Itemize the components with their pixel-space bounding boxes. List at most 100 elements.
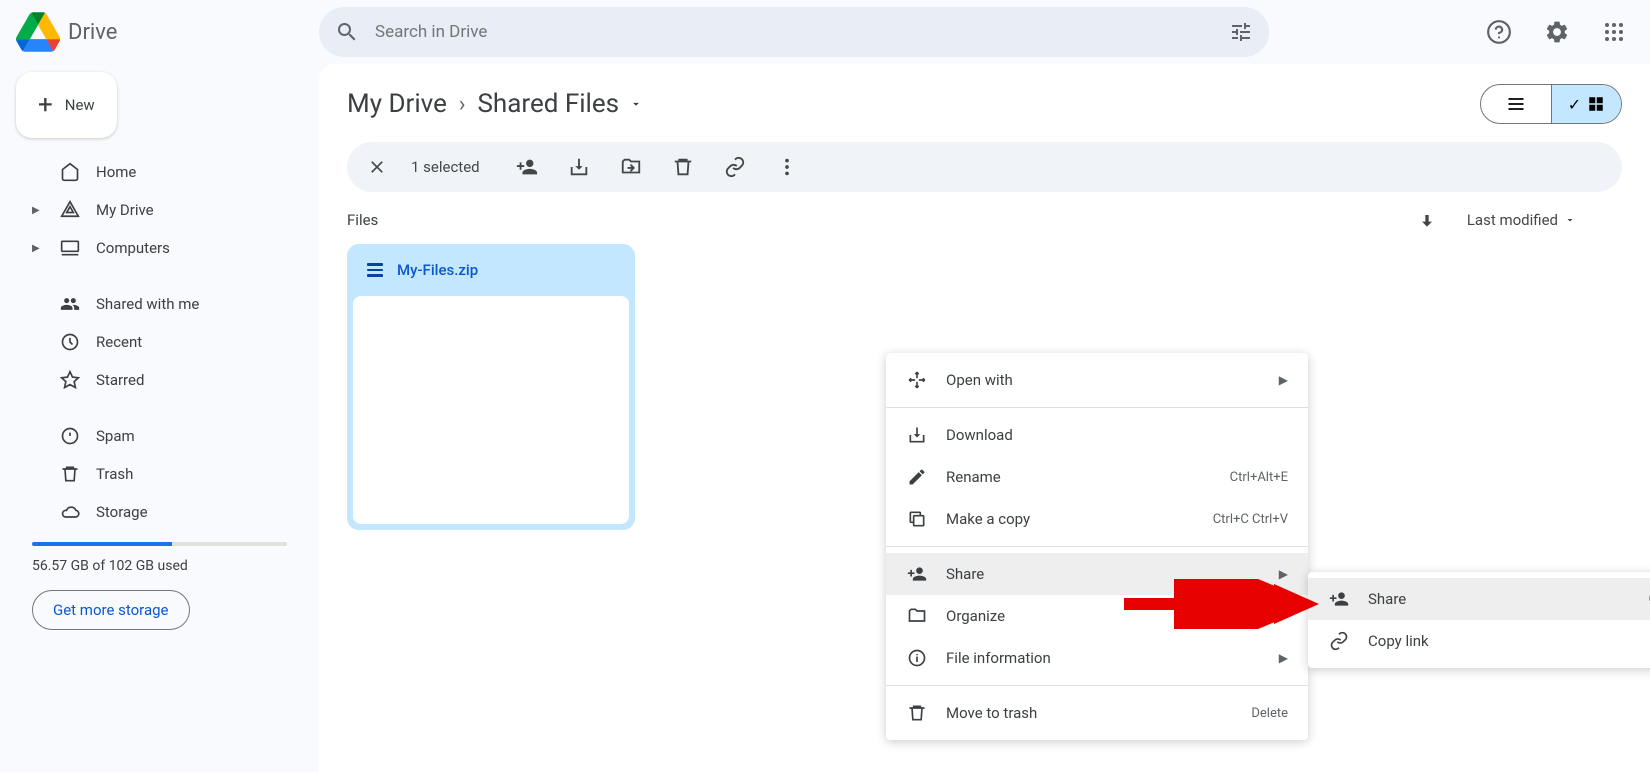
chevron-right-icon: ▶ (1279, 652, 1288, 664)
file-preview (353, 296, 629, 524)
drive-logo-icon (16, 12, 60, 52)
sidebar-label: My Drive (96, 201, 154, 219)
trash-icon (60, 464, 80, 484)
sidebar-item-recent[interactable]: Recent (16, 324, 303, 360)
home-icon (60, 162, 80, 182)
download-action-icon[interactable] (562, 150, 596, 184)
cloud-icon (60, 502, 80, 522)
ctx-label: Make a copy (946, 512, 1030, 527)
sidebar-item-computers[interactable]: ▶ Computers (16, 230, 303, 266)
dropdown-caret-icon (629, 97, 643, 111)
info-icon (906, 647, 928, 669)
search-input[interactable] (375, 22, 1229, 42)
selection-count: 1 selected (411, 158, 480, 176)
ctx-label: Rename (946, 470, 1001, 485)
get-storage-button[interactable]: Get more storage (32, 590, 190, 630)
ctx-rename[interactable]: Rename Ctrl+Alt+E (886, 456, 1308, 498)
new-button-label: New (65, 96, 95, 114)
logo-text: Drive (68, 20, 117, 45)
submenu-label: Copy link (1368, 634, 1429, 649)
sidebar-item-trash[interactable]: Trash (16, 456, 303, 492)
sidebar-label: Trash (96, 465, 133, 483)
apps-grid-icon[interactable] (1594, 12, 1634, 52)
file-type-icon (365, 260, 385, 280)
sidebar-item-home[interactable]: Home (16, 154, 303, 190)
share-action-icon[interactable] (510, 150, 544, 184)
move-action-icon[interactable] (614, 150, 648, 184)
sidebar-item-spam[interactable]: Spam (16, 418, 303, 454)
rename-icon (906, 466, 928, 488)
dropdown-caret-icon (1564, 214, 1576, 226)
file-card[interactable]: My-Files.zip (347, 244, 635, 530)
sidebar-label: Storage (96, 503, 148, 521)
close-icon (367, 157, 387, 177)
chevron-right-icon: ▶ (1279, 374, 1288, 386)
folder-icon (906, 605, 928, 627)
ctx-shortcut: Ctrl+C Ctrl+V (1213, 513, 1288, 526)
ctx-label: File information (946, 651, 1051, 666)
new-button[interactable]: + New (16, 72, 117, 138)
sort-label: Last modified (1467, 211, 1558, 229)
sidebar-item-shared[interactable]: Shared with me (16, 286, 303, 322)
submenu-label: Share (1368, 592, 1406, 607)
submenu-copy-link[interactable]: Copy link (1308, 620, 1650, 662)
grid-icon (1587, 95, 1605, 113)
list-view-button[interactable] (1481, 85, 1551, 123)
breadcrumb-root[interactable]: My Drive (347, 89, 447, 119)
star-icon (60, 370, 80, 390)
ctx-organize[interactable]: Organize ▶ (886, 595, 1308, 637)
check-icon: ✓ (1568, 95, 1581, 114)
view-toggle: ✓ (1480, 84, 1622, 124)
settings-icon[interactable] (1536, 11, 1578, 53)
sidebar-label: Computers (96, 239, 170, 257)
share-submenu: Share Ctrl+Alt+A Copy link (1308, 572, 1650, 668)
copy-icon (906, 508, 928, 530)
ctx-label: Share (946, 567, 984, 582)
search-bar[interactable] (319, 7, 1269, 57)
list-icon (1506, 94, 1526, 114)
ctx-download[interactable]: Download (886, 414, 1308, 456)
search-icon (335, 20, 359, 44)
ctx-make-copy[interactable]: Make a copy Ctrl+C Ctrl+V (886, 498, 1308, 540)
ctx-open-with[interactable]: Open with ▶ (886, 359, 1308, 401)
clear-selection-button[interactable] (361, 151, 393, 183)
link-icon (1328, 630, 1350, 652)
selection-action-bar: 1 selected (347, 142, 1622, 192)
grid-view-button[interactable]: ✓ (1551, 85, 1621, 123)
files-section-label: Files (347, 211, 378, 229)
my-drive-icon (60, 200, 80, 220)
ctx-move-to-trash[interactable]: Move to trash Delete (886, 692, 1308, 734)
open-with-icon (906, 369, 928, 391)
sidebar-label: Starred (96, 371, 144, 389)
person-add-icon (906, 563, 928, 585)
person-add-icon (1328, 588, 1350, 610)
delete-action-icon[interactable] (666, 150, 700, 184)
link-action-icon[interactable] (718, 150, 752, 184)
ctx-label: Download (946, 428, 1013, 443)
sidebar-item-storage[interactable]: Storage (16, 494, 303, 530)
ctx-share[interactable]: Share ▶ (886, 553, 1308, 595)
ctx-file-info[interactable]: File information ▶ (886, 637, 1308, 679)
sidebar-item-starred[interactable]: Starred (16, 362, 303, 398)
tune-icon[interactable] (1229, 20, 1253, 44)
sidebar-label: Home (96, 163, 136, 181)
spam-icon (60, 426, 80, 446)
storage-usage-text: 56.57 GB of 102 GB used (16, 554, 303, 586)
sidebar-label: Shared with me (96, 295, 199, 313)
ctx-label: Organize (946, 609, 1005, 624)
help-icon[interactable] (1478, 11, 1520, 53)
breadcrumb: My Drive › Shared Files (347, 89, 643, 119)
breadcrumb-current[interactable]: Shared Files (477, 89, 643, 119)
ctx-shortcut: Ctrl+Alt+E (1230, 471, 1288, 484)
chevron-right-icon: ▶ (1279, 568, 1288, 580)
logo-area[interactable]: Drive (16, 12, 319, 52)
more-actions-icon[interactable] (770, 150, 804, 184)
sidebar-item-my-drive[interactable]: ▶ My Drive (16, 192, 303, 228)
ctx-label: Open with (946, 373, 1013, 388)
sidebar-label: Recent (96, 333, 142, 351)
sort-control[interactable]: Last modified (1417, 210, 1576, 230)
ctx-shortcut: Delete (1251, 707, 1288, 720)
submenu-share[interactable]: Share Ctrl+Alt+A (1308, 578, 1650, 620)
storage-progress-bar (32, 542, 287, 546)
plus-icon: + (38, 90, 53, 120)
